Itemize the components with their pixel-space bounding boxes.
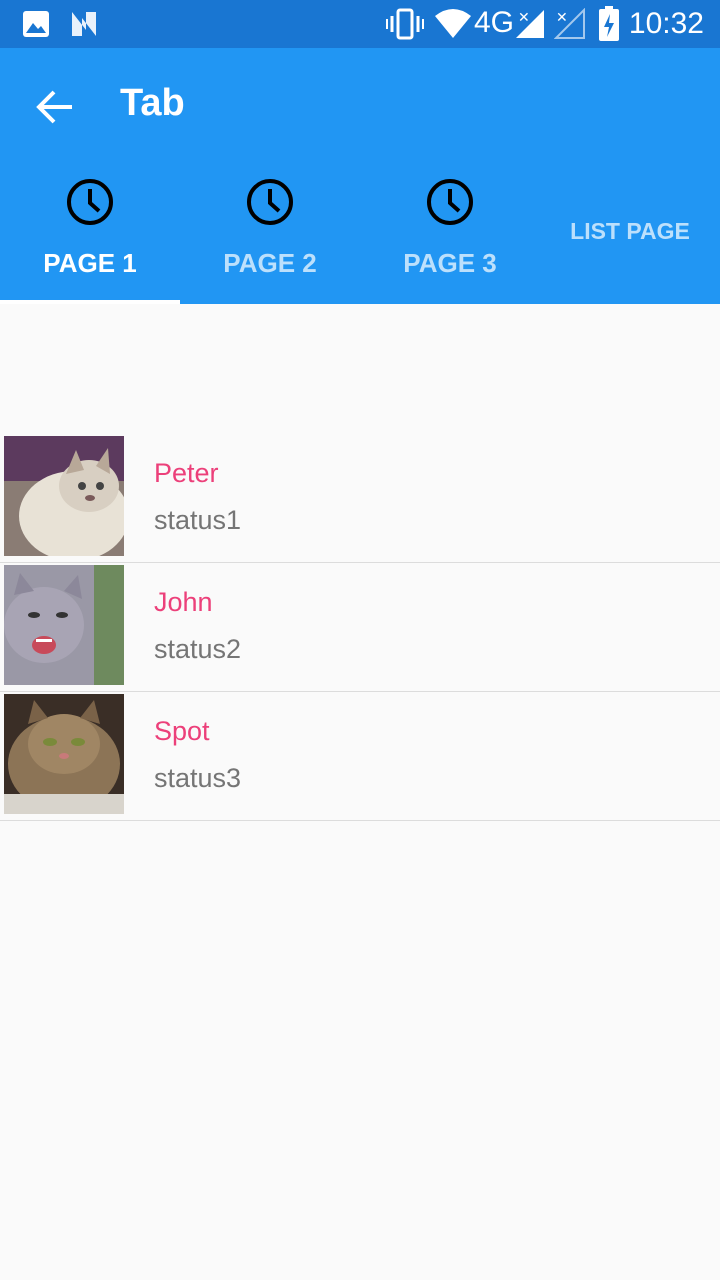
arrow-back-icon[interactable] (34, 86, 76, 128)
vibrate-icon (386, 8, 424, 40)
page-title: Tab (120, 82, 185, 124)
n-icon (72, 12, 96, 36)
contact-status: status1 (154, 505, 242, 535)
tab-page-1[interactable]: PAGE 1 (0, 160, 180, 304)
tab-label: PAGE 1 (43, 248, 137, 278)
tab-label: LIST PAGE (570, 218, 690, 244)
tab-label: PAGE 2 (223, 248, 317, 278)
contact-name: Peter (154, 458, 219, 488)
contact-status: status3 (154, 763, 242, 793)
wifi-icon (435, 9, 471, 38)
list-item[interactable]: John status2 (0, 563, 720, 692)
list-item[interactable]: Peter status1 (0, 434, 720, 563)
tab-page-3[interactable]: PAGE 3 (360, 160, 540, 304)
clock-icon (67, 179, 113, 225)
app-bar: Tab PAGE 1 PAGE 2 PAGE 3 LIST PAGE (0, 48, 720, 304)
avatar (4, 436, 124, 556)
svg-text:✕: ✕ (518, 9, 530, 25)
signal-x-icon: ✕ (554, 8, 585, 39)
status-bar: 4G ✕ ✕ 10:32 (0, 0, 720, 48)
signal-icon: ✕ (516, 9, 544, 38)
status-time: 10:32 (628, 7, 704, 40)
image-icon (23, 11, 49, 37)
svg-text:✕: ✕ (556, 9, 568, 25)
avatar (4, 694, 124, 814)
tab-page-2[interactable]: PAGE 2 (180, 160, 360, 304)
clock-icon (427, 179, 473, 225)
list-item[interactable]: Spot status3 (0, 692, 720, 821)
battery-charging-icon (599, 6, 619, 41)
clock-icon (247, 179, 293, 225)
tab-label: PAGE 3 (403, 248, 497, 278)
tab-indicator (0, 300, 180, 304)
network-type-label: 4G (474, 6, 515, 39)
contact-list: Peter status1 John status2 Spot status3 (0, 434, 720, 821)
contact-name: John (154, 587, 213, 617)
tab-bar: PAGE 1 PAGE 2 PAGE 3 LIST PAGE (0, 160, 720, 304)
contact-status: status2 (154, 634, 242, 664)
contact-name: Spot (154, 716, 210, 746)
avatar (4, 565, 124, 685)
tab-list-page[interactable]: LIST PAGE (540, 160, 720, 304)
